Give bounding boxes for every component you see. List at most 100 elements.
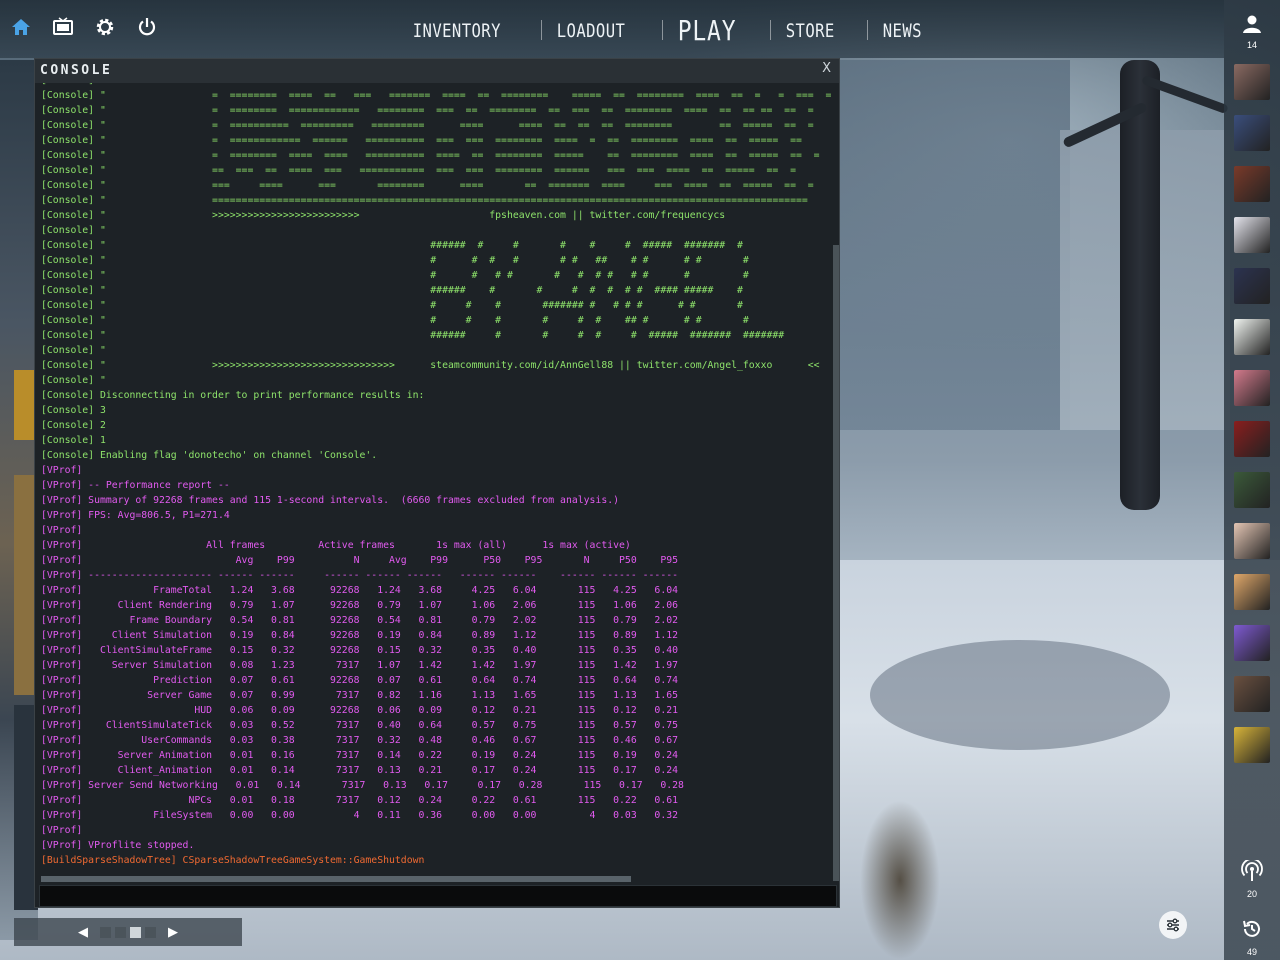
console-line: [VProf] FPS: Avg=806.5, P1=271.4 [41,510,230,521]
friends-sidebar: 14 20 49 [1224,0,1280,960]
background-building [840,60,1070,430]
console-line: [VProf] Client Rendering 0.79 1.07 92268… [41,600,679,611]
nav-play[interactable]: PLAY [663,14,751,47]
dry-bush [860,800,940,960]
pager-dot[interactable] [115,926,126,938]
user-icon [1224,14,1280,39]
console-line: [Console] " # # # # # # ## # # # # # [41,255,749,266]
console-line: [VProf] -- Performance report -- [41,480,230,491]
friend-avatar[interactable] [1234,319,1270,355]
broadcast-count: 20 [1246,889,1257,899]
console-line: [VProf] Server Simulation 0.08 1.23 7317… [41,660,679,671]
friend-avatar[interactable] [1234,115,1270,151]
history-count: 49 [1246,947,1257,957]
console-window: CONSOLE X [Console] " [Console] " = =====… [34,58,840,908]
friend-avatar[interactable] [1234,370,1270,406]
friend-avatar[interactable] [1234,676,1270,712]
friend-avatar[interactable] [1234,625,1270,661]
friend-avatar[interactable] [1234,727,1270,763]
console-line: [VProf] ClientSimulateTick 0.03 0.52 731… [41,720,679,731]
console-line: [Console] " = ======== ============ ====… [41,105,814,116]
console-line: [BuildSparseShadowTree] CSparseShadowTre… [41,855,425,866]
friend-avatar[interactable] [1234,574,1270,610]
sliders-icon[interactable] [1159,911,1187,939]
console-line: [Console] " # # # # # # ## # # # # [41,315,749,326]
pager-next-button[interactable]: ▶ [160,924,186,940]
friend-avatar[interactable] [1234,523,1270,559]
friend-avatar[interactable] [1234,166,1270,202]
console-title: CONSOLE [40,63,113,78]
console-line: [Console] 2 [41,420,106,431]
friend-avatar[interactable] [1234,268,1270,304]
pager-dot[interactable] [100,926,111,938]
console-line: [VProf] UserCommands 0.03 0.38 7317 0.32… [41,735,679,746]
console-output[interactable]: [Console] " [Console] " = ======== ==== =… [41,83,831,878]
console-line: [VProf] Client_Animation 0.01 0.14 7317 … [41,765,679,776]
vertical-scrollbar-thumb[interactable] [833,245,839,881]
console-line: [VProf] [41,825,83,836]
console-line: [Console] " == === == ==== === =========… [41,165,796,176]
console-line: [Console] " = ======== ==== ==== =======… [41,150,820,161]
console-line: [Console] 1 [41,435,106,446]
console-line: [VProf] Server Animation 0.01 0.16 7317 … [41,750,679,761]
tv-icon[interactable] [52,16,74,38]
console-line: [VProf] Avg P99 N Avg P99 P50 P95 N P50 … [41,555,679,566]
console-command-input[interactable] [39,885,837,907]
power-icon[interactable] [136,16,158,38]
friends-button[interactable]: 14 [1224,14,1280,50]
friends-count: 14 [1246,40,1257,50]
close-button[interactable]: X [822,61,831,76]
console-line: [Console] " ============================… [41,195,808,206]
console-line: [VProf] NPCs 0.01 0.18 7317 0.12 0.24 0.… [41,795,679,806]
friend-avatar[interactable] [1234,217,1270,253]
nav-store[interactable]: STORE [771,14,849,46]
pager-dot[interactable] [145,926,156,938]
console-line: [Console] " = ========== ========= =====… [41,120,814,131]
console-line: [VProf] Server Game 0.07 0.99 7317 0.82 … [41,690,679,701]
pager-dots [100,926,156,938]
console-line: [Console] " = ============ ====== ======… [41,135,802,146]
broadcast-icon [1224,857,1280,887]
friend-avatar[interactable] [1234,421,1270,457]
console-line: [VProf] FileSystem 0.00 0.00 4 0.11 0.36… [41,810,679,821]
nav-loadout[interactable]: LOADOUT [542,14,640,46]
console-line: [VProf] --------------------- ------ ---… [41,570,679,581]
console-line: [Console] " # # # # # # # # # # # # [41,270,749,281]
console-line: [Console] " [41,225,106,236]
nav-news[interactable]: NEWS [868,14,937,46]
console-line: [VProf] [41,465,83,476]
console-line: [VProf] All frames Active frames 1s max … [41,540,631,551]
nav-inventory[interactable]: INVENTORY [398,14,516,46]
console-line: [VProf] Client Simulation 0.19 0.84 9226… [41,630,679,641]
console-line: [Console] Enabling flag 'donotecho' on c… [41,450,378,461]
tree-shadow [870,640,1170,750]
console-line: [VProf] Summary of 92268 frames and 115 … [41,495,620,506]
gear-icon[interactable] [94,16,116,38]
console-log: [Console] " [Console] " = ======== ==== =… [41,83,831,868]
history-icon [1224,918,1280,945]
console-line: [VProf] Prediction 0.07 0.61 92268 0.07 … [41,675,679,686]
console-line: [Console] Disconnecting in order to prin… [41,390,425,401]
news-pager: ◀ ▶ [14,918,242,946]
friend-avatar[interactable] [1234,64,1270,100]
console-line: [VProf] VProflite stopped. [41,840,195,851]
history-button[interactable]: 49 [1224,918,1280,957]
top-icon-group [10,16,158,38]
console-line: [VProf] ClientSimulateFrame 0.15 0.32 92… [41,645,679,656]
pager-prev-button[interactable]: ◀ [70,924,96,940]
console-line: [Console] " = ======== ==== == === =====… [41,90,831,101]
console-line: [VProf] Server Send Networking 0.01 0.14… [41,780,684,791]
console-line: [Console] " ###### # # # # # ##### #####… [41,240,743,251]
horizontal-scrollbar-thumb[interactable] [41,876,631,882]
friend-avatar[interactable] [1234,472,1270,508]
console-line: [Console] " ###### # # # # # ##### #####… [41,330,785,341]
console-line: [VProf] FrameTotal 1.24 3.68 92268 1.24 … [41,585,679,596]
console-line: [VProf] [41,525,83,536]
console-line: [Console] " [41,375,106,386]
broadcast-button[interactable]: 20 [1224,857,1280,899]
console-title-bar[interactable]: CONSOLE X [35,59,839,83]
console-line: [VProf] Frame Boundary 0.54 0.81 92268 0… [41,615,679,626]
pager-dot[interactable] [130,926,141,938]
home-icon[interactable] [10,16,32,38]
console-line: [Console] " >>>>>>>>>>>>>>>>>>>>>>>>> fp… [41,210,726,221]
